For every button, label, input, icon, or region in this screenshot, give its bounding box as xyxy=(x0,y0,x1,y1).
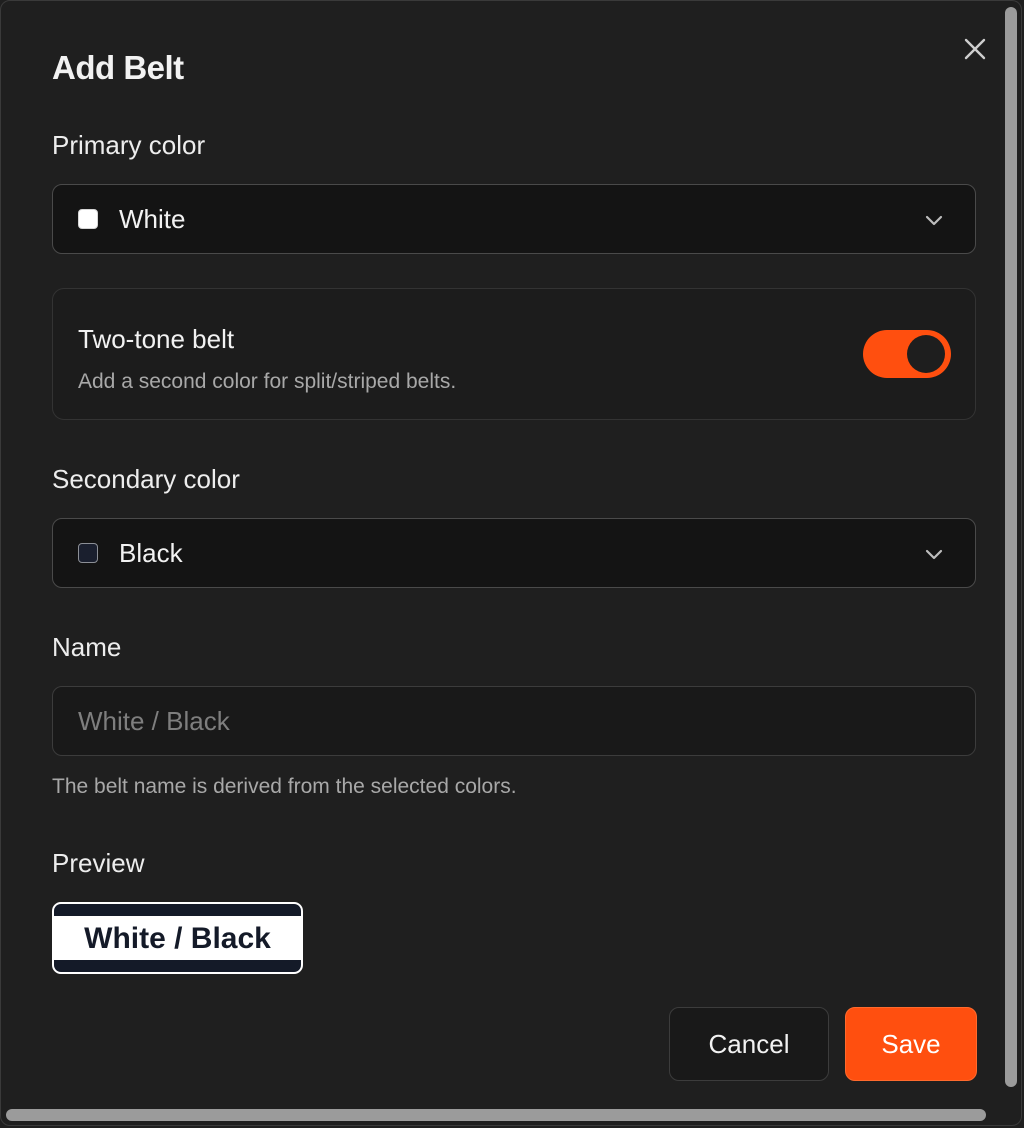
close-icon xyxy=(964,38,986,60)
close-button[interactable] xyxy=(959,33,991,65)
name-help-text: The belt name is derived from the select… xyxy=(52,775,517,798)
dialog-title: Add Belt xyxy=(52,49,184,86)
add-belt-dialog: Add Belt Primary color White Two-tone be… xyxy=(0,0,1022,1126)
preview-label: Preview xyxy=(52,848,145,878)
save-button[interactable]: Save xyxy=(845,1007,977,1081)
two-tone-card: Two-tone belt Add a second color for spl… xyxy=(52,288,976,420)
primary-color-label: Primary color xyxy=(52,130,206,160)
cancel-button[interactable]: Cancel xyxy=(669,1007,829,1081)
secondary-color-value: Black xyxy=(119,538,183,568)
primary-color-swatch xyxy=(78,209,98,229)
secondary-color-select[interactable]: Black xyxy=(52,518,976,588)
belt-stripe-top xyxy=(54,904,301,916)
vertical-scrollbar[interactable] xyxy=(1005,7,1017,1087)
primary-color-value: White xyxy=(119,204,186,234)
two-tone-toggle[interactable] xyxy=(863,330,951,378)
chevron-down-icon xyxy=(925,549,943,560)
toggle-knob xyxy=(907,335,945,373)
secondary-color-label: Secondary color xyxy=(52,464,240,494)
two-tone-description: Add a second color for split/striped bel… xyxy=(78,370,457,393)
name-label: Name xyxy=(52,632,122,662)
chevron-down-icon xyxy=(925,215,943,226)
belt-preview-text: White / Black xyxy=(84,922,271,955)
horizontal-scrollbar[interactable] xyxy=(6,1109,986,1121)
primary-color-select[interactable]: White xyxy=(52,184,976,254)
name-input[interactable] xyxy=(52,686,976,756)
two-tone-title: Two-tone belt xyxy=(78,324,235,354)
belt-preview-badge: White / Black xyxy=(52,902,303,974)
secondary-color-swatch xyxy=(78,543,98,563)
belt-stripe-bottom xyxy=(54,960,301,972)
